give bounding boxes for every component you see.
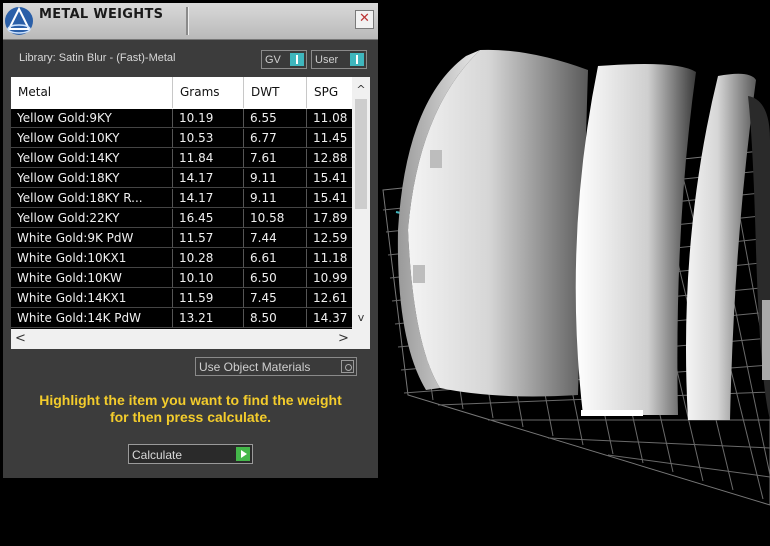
cell-metal: Yellow Gold:18KY [11,169,173,188]
library-label: Library: Satin Blur - (Fast)-Metal [19,52,176,64]
cell-grams: 13.21 [173,309,244,328]
cell-metal: White Gold:10KW [11,269,173,288]
cell-spg: 17.89 [307,209,352,228]
table-row[interactable]: Yellow Gold:22KY 16.45 10.58 17.89 [11,209,352,229]
cell-grams: 11.59 [173,289,244,308]
3d-viewport[interactable] [378,0,770,546]
column-header-dwt[interactable]: DWT [244,77,307,108]
close-icon[interactable]: ✕ [355,10,374,29]
scroll-up-icon[interactable]: ^ [352,83,370,97]
title-divider [186,7,189,35]
cell-dwt: 10.58 [244,209,307,228]
ring-left [397,49,588,397]
scroll-left-icon[interactable]: < [15,331,26,346]
table-row[interactable]: Yellow Gold:18KY R... 14.17 9.11 15.41 [11,189,352,209]
instruction-line-1: Highlight the item you want to find the … [39,392,342,408]
column-header-spg[interactable]: SPG [307,77,352,108]
table-row[interactable]: White Gold:10KX1 10.28 6.61 11.18 [11,249,352,269]
cell-grams: 10.53 [173,129,244,148]
table-row[interactable]: Yellow Gold:9KY 10.19 6.55 11.08 [11,109,352,129]
table-row[interactable]: White Gold:9K PdW 11.57 7.44 12.59 [11,229,352,249]
cell-spg: 12.59 [307,229,352,248]
cell-dwt: 9.11 [244,169,307,188]
cell-spg: 15.41 [307,169,352,188]
scroll-right-icon[interactable]: > [338,331,349,346]
cell-dwt: 7.61 [244,149,307,168]
gv-toggle[interactable]: GV [261,50,307,69]
cell-spg: 10.99 [307,269,352,288]
ring-middle [575,64,696,416]
table-row[interactable]: White Gold:10KW 10.10 6.50 10.99 [11,269,352,289]
calculate-button[interactable]: Calculate [128,444,253,464]
cell-metal: Yellow Gold:18KY R... [11,189,173,208]
table-row[interactable]: White Gold:14KX1 11.59 7.45 12.61 [11,289,352,309]
play-arrow-icon [236,447,250,461]
cell-spg: 15.41 [307,189,352,208]
cell-grams: 14.17 [173,189,244,208]
cell-dwt: 7.44 [244,229,307,248]
cell-dwt: 7.45 [244,289,307,308]
column-header-grams[interactable]: Grams [173,77,244,108]
gv-toggle-label: GV [265,54,281,66]
cell-metal: Yellow Gold:22KY [11,209,173,228]
cell-grams: 10.19 [173,109,244,128]
cell-metal: White Gold:10KX1 [11,249,173,268]
cell-metal: White Gold:14KX1 [11,289,173,308]
cell-dwt: 6.61 [244,249,307,268]
cell-spg: 11.08 [307,109,352,128]
radio-toggle-icon [341,360,354,373]
table-row[interactable]: Yellow Gold:10KY 10.53 6.77 11.45 [11,129,352,149]
table-row[interactable]: White Gold:14K PdW 13.21 8.50 14.37 [11,309,352,329]
cell-grams: 16.45 [173,209,244,228]
cell-spg: 11.18 [307,249,352,268]
cell-dwt: 6.55 [244,109,307,128]
use-object-materials-toggle[interactable]: Use Object Materials [195,357,357,376]
panel-title: METAL WEIGHTS [39,7,164,22]
cell-metal: White Gold:14K PdW [11,309,173,328]
cell-grams: 10.28 [173,249,244,268]
instruction-line-2: for then press calculate. [109,409,272,425]
cell-spg: 12.61 [307,289,352,308]
vertical-scrollbar[interactable]: ^ v [352,77,370,329]
cell-metal: Yellow Gold:9KY [11,109,173,128]
cell-metal: Yellow Gold:14KY [11,149,173,168]
cell-spg: 14.37 [307,309,352,328]
column-header-metal[interactable]: Metal [11,77,173,108]
cell-grams: 11.57 [173,229,244,248]
table-header: Metal Grams DWT SPG [11,77,352,108]
cell-grams: 14.17 [173,169,244,188]
cell-grams: 11.84 [173,149,244,168]
horizontal-scrollbar[interactable]: < > [11,329,370,349]
ring-render [382,49,770,506]
cell-dwt: 8.50 [244,309,307,328]
instruction-text: Highlight the item you want to find the … [3,392,378,426]
cell-spg: 12.88 [307,149,352,168]
toggle-switch-icon [290,53,304,66]
cell-metal: White Gold:9K PdW [11,229,173,248]
cell-metal: Yellow Gold:10KY [11,129,173,148]
metal-weights-panel: METAL WEIGHTS ✕ Library: Satin Blur - (F… [3,3,378,478]
cell-grams: 10.10 [173,269,244,288]
panel-titlebar[interactable]: METAL WEIGHTS ✕ [3,3,378,40]
table-row[interactable]: Yellow Gold:14KY 11.84 7.61 12.88 [11,149,352,169]
ring-right [686,73,770,420]
app-logo-icon [3,5,35,37]
calculate-label: Calculate [132,448,183,462]
use-object-materials-label: Use Object Materials [199,360,311,374]
user-toggle[interactable]: User [311,50,367,69]
table-row[interactable]: Yellow Gold:18KY 14.17 9.11 15.41 [11,169,352,189]
cell-dwt: 6.50 [244,269,307,288]
metal-weights-table[interactable]: Metal Grams DWT SPG Yellow Gold:9KY 10.1… [11,77,370,349]
user-toggle-label: User [315,54,339,66]
cell-dwt: 9.11 [244,189,307,208]
toggle-switch-icon [350,53,364,66]
scroll-down-icon[interactable]: v [352,311,370,325]
cell-spg: 11.45 [307,129,352,148]
cell-dwt: 6.77 [244,129,307,148]
vertical-scroll-thumb[interactable] [355,99,367,209]
